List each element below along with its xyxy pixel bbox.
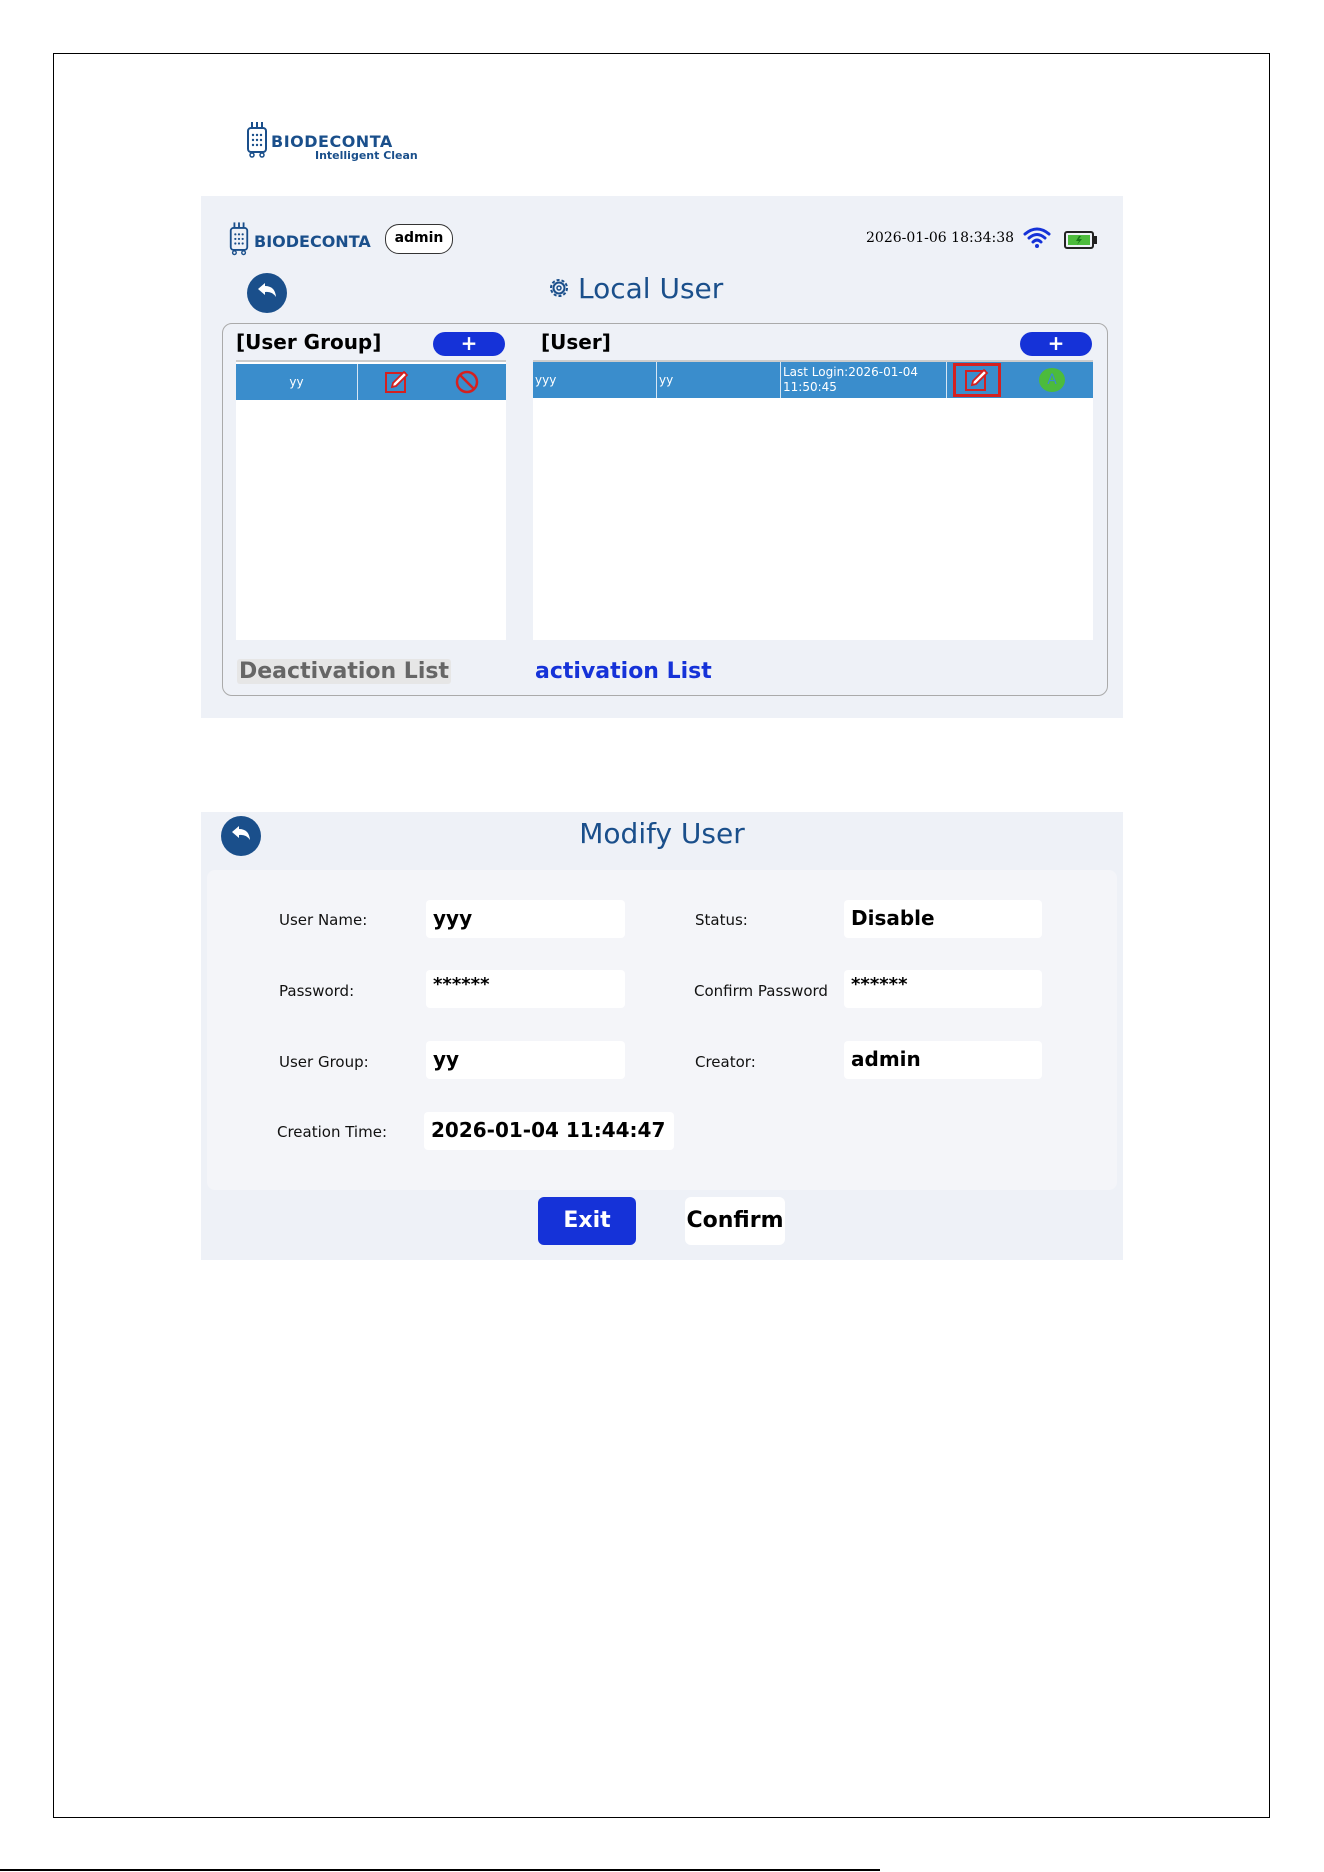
confirm-button[interactable]: Confirm [685,1197,785,1245]
document-logo: BIODECONTA Intelligent Clean [245,120,425,164]
settings-gear-icon [550,279,568,297]
user-name-cell: yyy [533,362,657,398]
brand-name: BIODECONTA [254,232,371,251]
creator-field: admin [844,1041,1042,1079]
table-row[interactable]: yy [236,364,506,400]
last-login-date: Last Login:2026-01-04 [783,365,918,379]
add-user-button[interactable]: + [1020,332,1092,356]
user-list[interactable] [533,362,1093,640]
user-management-panel: [User Group] + yy [User] + yyy yy Last L… [222,323,1108,696]
password-label: Password: [279,982,355,1000]
table-row[interactable]: yyy yy Last Login:2026-01-04 11:50:45 A [533,362,1093,398]
user-group-cell: yy [657,362,781,398]
deactivation-list-tab[interactable]: Deactivation List [237,659,451,684]
current-user-badge[interactable]: admin [385,224,453,254]
exit-button[interactable]: Exit [538,1197,636,1245]
status-label: Status: [695,911,748,929]
footer-rule [0,1869,880,1871]
page-title: Modify User [579,817,745,850]
confirm-password-label: Confirm Password [694,982,828,1000]
user-form: User Name: yyy Status: Disable Password:… [207,870,1117,1190]
user-name-label: User Name: [279,911,368,929]
page-title-text: Local User [578,272,724,305]
device-logo-icon [229,222,249,256]
edit-icon[interactable] [964,368,990,392]
confirm-password-field[interactable]: ****** [844,970,1042,1008]
status-field[interactable]: Disable [844,900,1042,938]
modify-user-screen: Modify User User Name: yyy Status: Disab… [201,812,1123,1260]
back-button[interactable] [247,273,287,313]
creation-time-label: Creation Time: [277,1123,387,1141]
local-user-screen: BIODECONTA admin 2026-01-06 18:34:38 Loc… [201,196,1123,718]
group-name-cell: yy [236,364,358,400]
back-arrow-icon [258,283,276,297]
clock-display: 2026-01-06 18:34:38 [866,230,1015,246]
user-group-header: [User Group] [236,330,382,354]
user-name-field[interactable]: yyy [426,900,625,938]
device-logo-icon [247,122,267,158]
app-logo: BIODECONTA [228,220,378,256]
user-group-field[interactable]: yy [426,1041,625,1079]
user-group-list[interactable] [236,362,506,640]
battery-icon [1064,231,1097,249]
creator-label: Creator: [695,1053,756,1071]
active-status-icon[interactable]: A [1039,368,1065,392]
password-field[interactable]: ****** [426,970,625,1008]
edit-icon[interactable] [384,370,410,394]
user-group-label: User Group: [279,1053,369,1071]
page-title: Local User [546,272,723,305]
brand-tagline: Intelligent Clean [315,149,418,162]
add-user-group-button[interactable]: + [433,332,505,356]
user-header: [User] [541,330,611,354]
activation-list-tab[interactable]: activation List [535,659,712,684]
last-login-cell: Last Login:2026-01-04 11:50:45 [781,362,947,398]
wifi-icon [1023,227,1051,248]
last-login-time: 11:50:45 [783,380,837,394]
creation-time-field: 2026-01-04 11:44:47 [424,1112,674,1150]
disable-icon[interactable] [454,370,480,394]
